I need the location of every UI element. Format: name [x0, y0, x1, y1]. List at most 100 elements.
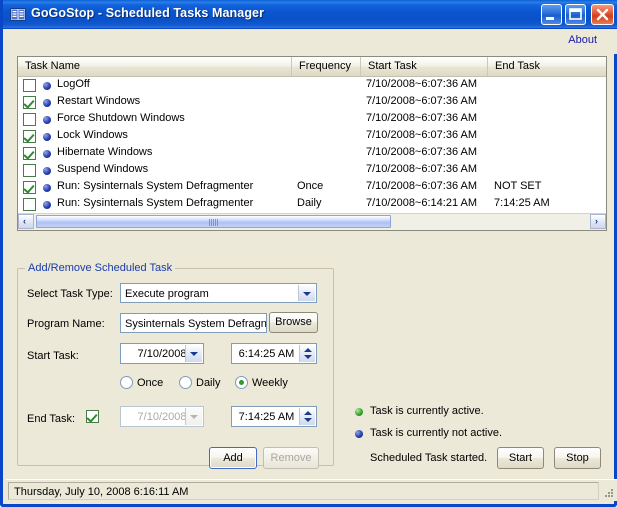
start-task-date-picker[interactable]: 7/10/2008 [120, 343, 204, 364]
about-link[interactable]: About [568, 34, 597, 46]
row-enabled-checkbox[interactable] [23, 164, 36, 177]
resize-grip-icon[interactable] [603, 487, 615, 499]
stop-button[interactable]: Stop [554, 447, 601, 469]
start-task-label: Start Task: [27, 350, 79, 362]
status-panel: Thursday, July 10, 2008 6:16:11 AM [8, 482, 599, 500]
task-type-dropdown-button[interactable] [298, 285, 315, 301]
scheduled-tasks-list[interactable]: Task Name Frequency Start Task End Task … [17, 56, 607, 231]
start-task-date-dropdown-button[interactable] [185, 345, 202, 362]
cell-task-name: Run: Sysinternals System Defragmenter [57, 180, 254, 192]
row-enabled-checkbox[interactable] [23, 113, 36, 126]
table-row[interactable]: Run: Sysinternals System Defragmenter Dai… [18, 196, 606, 213]
table-row[interactable]: Run: Sysinternals System Defragmenter Onc… [18, 179, 606, 196]
list-body: LogOff 7/10/2008~6:07:36 AM Restart Window… [18, 77, 606, 228]
chevron-right-icon: › [595, 216, 598, 226]
row-enabled-checkbox[interactable] [23, 198, 36, 211]
active-status-text: Task is currently active. [370, 405, 484, 417]
group-box-legend: Add/Remove Scheduled Task [25, 262, 176, 274]
title-bar[interactable]: GoGoStop - Scheduled Tasks Manager [3, 0, 617, 29]
remove-button: Remove [263, 447, 319, 469]
table-row[interactable]: Force Shutdown Windows 7/10/2008~6:07:36 … [18, 111, 606, 128]
end-task-checkbox[interactable] [86, 410, 99, 423]
application-window: GoGoStop - Scheduled Tasks Manager About… [0, 0, 617, 507]
task-type-value: Execute program [125, 288, 209, 300]
task-status-dot-icon [43, 201, 51, 209]
task-status-dot-icon [43, 167, 51, 175]
close-button[interactable] [591, 4, 614, 25]
cell-start-task: 7/10/2008~6:07:36 AM [366, 129, 478, 141]
browse-button[interactable]: Browse [269, 312, 318, 333]
about-bar: About [6, 29, 617, 54]
horizontal-scrollbar[interactable]: ‹ › [18, 213, 606, 230]
task-status-dot-icon [43, 150, 51, 158]
radio-once[interactable] [120, 376, 133, 389]
maximize-button[interactable] [565, 4, 586, 25]
cell-start-task: 7/10/2008~6:07:36 AM [366, 112, 478, 124]
row-enabled-checkbox[interactable] [23, 130, 36, 143]
cell-start-task: 7/10/2008~6:07:36 AM [366, 180, 478, 192]
chevron-down-icon [190, 415, 198, 419]
radio-weekly-label: Weekly [252, 377, 288, 389]
scroll-left-button[interactable]: ‹ [18, 214, 34, 229]
close-icon [596, 8, 609, 21]
table-row[interactable]: Hibernate Windows 7/10/2008~6:07:36 AM [18, 145, 606, 162]
column-header-start-task[interactable]: Start Task [361, 57, 488, 76]
task-status-dot-icon [43, 184, 51, 192]
cell-start-task: 7/10/2008~6:07:36 AM [366, 146, 478, 158]
row-enabled-checkbox[interactable] [23, 96, 36, 109]
end-task-time-spinner[interactable] [299, 408, 315, 425]
start-task-time-spinner[interactable] [299, 345, 315, 362]
radio-daily[interactable] [179, 376, 192, 389]
chevron-left-icon: ‹ [23, 216, 26, 226]
row-enabled-checkbox[interactable] [23, 79, 36, 92]
inactive-status-dot-icon [355, 430, 363, 438]
program-name-value: Sysinternals System Defragn [125, 318, 267, 330]
cell-task-name: Run: Sysinternals System Defragmenter [57, 197, 254, 209]
column-header-end-task[interactable]: End Task [488, 57, 606, 76]
active-status-dot-icon [355, 408, 363, 416]
chevron-down-icon [304, 355, 312, 359]
table-row[interactable]: LogOff 7/10/2008~6:07:36 AM [18, 77, 606, 94]
end-task-time-input[interactable]: 7:14:25 AM [231, 406, 317, 427]
column-header-frequency[interactable]: Frequency [292, 57, 361, 76]
add-button[interactable]: Add [209, 447, 257, 469]
app-book-icon [10, 8, 26, 21]
program-name-input[interactable]: Sysinternals System Defragn [120, 313, 267, 333]
cell-task-name: LogOff [57, 78, 90, 90]
table-row[interactable]: Lock Windows 7/10/2008~6:07:36 AM [18, 128, 606, 145]
row-enabled-checkbox[interactable] [23, 147, 36, 160]
column-header-task-name[interactable]: Task Name [18, 57, 292, 76]
task-type-combo[interactable]: Execute program [120, 283, 317, 303]
row-enabled-checkbox[interactable] [23, 181, 36, 194]
program-name-label: Program Name: [27, 318, 105, 330]
cell-task-name: Lock Windows [57, 129, 128, 141]
minimize-button[interactable] [541, 4, 562, 25]
radio-daily-label: Daily [196, 377, 221, 389]
minimize-icon [546, 17, 554, 20]
chevron-down-icon [190, 352, 198, 356]
task-status-dot-icon [43, 82, 51, 90]
end-task-date-picker: 7/10/2008 [120, 406, 204, 427]
cell-start-task: 7/10/2008~6:07:36 AM [366, 95, 478, 107]
end-task-label: End Task: [27, 413, 76, 425]
scrollbar-thumb[interactable] [36, 215, 391, 228]
cell-end-task: 7:14:25 AM [494, 197, 550, 209]
cell-start-task: 7/10/2008~6:07:36 AM [366, 78, 478, 90]
scrollbar-grip-icon [208, 219, 219, 226]
maximize-icon [569, 8, 582, 20]
radio-weekly[interactable] [235, 376, 248, 389]
cell-frequency: Once [297, 180, 324, 192]
table-row[interactable]: Restart Windows 7/10/2008~6:07:36 AM [18, 94, 606, 111]
task-status-dot-icon [43, 99, 51, 107]
start-task-time-input[interactable]: 6:14:25 AM [231, 343, 317, 364]
cell-task-name: Force Shutdown Windows [57, 112, 185, 124]
cell-task-name: Suspend Windows [57, 163, 149, 175]
start-button[interactable]: Start [497, 447, 544, 469]
task-status-dot-icon [43, 116, 51, 124]
chevron-up-icon [304, 411, 312, 415]
chevron-up-icon [304, 348, 312, 352]
radio-once-label: Once [137, 377, 164, 389]
table-row[interactable]: Suspend Windows 7/10/2008~6:07:36 AM [18, 162, 606, 179]
scroll-right-button[interactable]: › [590, 214, 606, 229]
window-title: GoGoStop - Scheduled Tasks Manager [31, 6, 265, 20]
